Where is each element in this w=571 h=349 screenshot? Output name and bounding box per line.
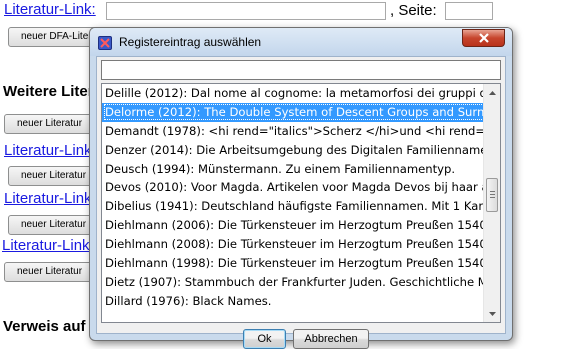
vertical-scrollbar[interactable]: [483, 84, 500, 322]
list-item-label: Delorme (2012): The Double System of Des…: [103, 103, 483, 120]
list-items-container: Delille (2012): Dal nome al cognome: la …: [102, 84, 483, 322]
list-item-label: Dibelius (1941): Deutschland häufigste F…: [105, 199, 483, 214]
list-item-label: Devos (2010): Voor Magda. Artikelen voor…: [105, 180, 483, 195]
list-item-label: Diehlmann (2006): Die Türkensteuer im He…: [105, 218, 483, 233]
literature-link-4[interactable]: Literatur-Link: [2, 237, 90, 254]
dialog-titlebar[interactable]: Registereintrag auswählen: [90, 28, 512, 56]
list-item-label: Dillard (1976): Black Names.: [105, 293, 272, 308]
literature-link-input[interactable]: [106, 2, 386, 20]
list-item[interactable]: Deusch (1994): Münstermann. Zu einem Fam…: [102, 160, 483, 179]
list-item[interactable]: Delorme (2012): The Double System of Des…: [102, 102, 483, 122]
list-item[interactable]: Diehlmann (2006): Die Türkensteuer im He…: [102, 216, 483, 235]
scrollbar-thumb[interactable]: [486, 178, 498, 212]
list-item[interactable]: Dibelius (1941): Deutschland häufigste F…: [102, 197, 483, 216]
new-literature-button-3[interactable]: neuer Literatur: [8, 215, 98, 235]
literature-link-label[interactable]: Literatur-Link:: [4, 1, 96, 18]
register-entry-list[interactable]: Delille (2012): Dal nome al cognome: la …: [101, 83, 501, 323]
list-item[interactable]: Devos (2010): Voor Magda. Artikelen voor…: [102, 178, 483, 197]
select-register-entry-dialog: Registereintrag auswählen Delille (2012)…: [89, 27, 513, 349]
filter-input[interactable]: [101, 60, 501, 80]
close-icon: [479, 33, 489, 43]
list-item[interactable]: Denzer (2014): Die Arbeitsumgebung des D…: [102, 141, 483, 160]
ok-button[interactable]: Ok: [243, 329, 286, 349]
app-icon: [98, 36, 112, 50]
list-item[interactable]: Diehlmann (2008): Die Türkensteuer im He…: [102, 235, 483, 254]
list-item-label: Denzer (2014): Die Arbeitsumgebung des D…: [105, 142, 483, 157]
list-item[interactable]: Delille (2012): Dal nome al cognome: la …: [102, 84, 483, 103]
list-item[interactable]: Diehlmann (1998): Die Türkensteuer im He…: [102, 254, 483, 273]
page-input[interactable]: [445, 2, 493, 20]
scroll-up-arrow-icon[interactable]: [484, 84, 500, 101]
list-item-label: Diehlmann (2008): Die Türkensteuer im He…: [105, 237, 483, 252]
list-item-label: Demandt (1978): <hi rend="italics">Scher…: [105, 123, 483, 138]
dialog-title: Registereintrag auswählen: [119, 35, 262, 49]
list-item[interactable]: Dietz (1907): Stammbuch der Frankfurter …: [102, 273, 483, 292]
new-literature-button-2[interactable]: neuer Literatur: [8, 166, 98, 186]
cancel-button[interactable]: Abbrechen: [293, 329, 369, 349]
list-item-label: Delille (2012): Dal nome al cognome: la …: [105, 86, 483, 100]
list-item-label: Dietz (1907): Stammbuch der Frankfurter …: [105, 274, 483, 289]
new-literature-button-1[interactable]: neuer Literatur: [4, 114, 94, 134]
list-item[interactable]: Dillard (1976): Black Names.: [102, 292, 483, 311]
reference-heading: Verweis auf: [3, 318, 86, 335]
close-button[interactable]: [462, 29, 505, 47]
literature-link-2[interactable]: Literatur-Link: [4, 142, 92, 159]
list-item-label: Diehlmann (1998): Die Türkensteuer im He…: [105, 256, 483, 271]
new-literature-button-4[interactable]: neuer Literatur: [4, 262, 94, 282]
scroll-down-arrow-icon[interactable]: [484, 305, 500, 322]
dialog-body: Delille (2012): Dal nome al cognome: la …: [96, 56, 506, 349]
literature-link-3[interactable]: Literatur-Link: [4, 190, 92, 207]
page-label: , Seite:: [390, 2, 437, 19]
list-item-label: Deusch (1994): Münstermann. Zu einem Fam…: [105, 161, 456, 176]
new-dfa-literature-button[interactable]: neuer DFA-Literatur: [8, 27, 98, 47]
list-item[interactable]: Demandt (1978): <hi rend="italics">Scher…: [102, 122, 483, 141]
